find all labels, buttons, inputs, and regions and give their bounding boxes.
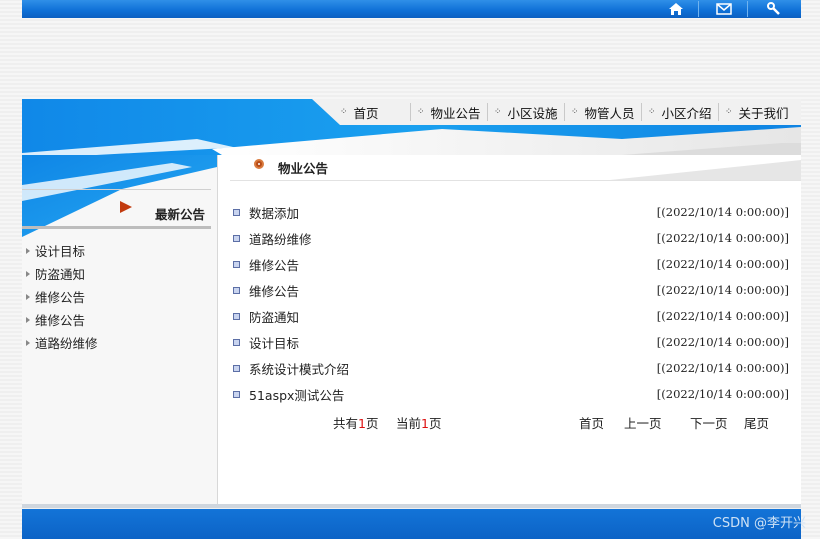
pagination: 共有1页 当前1页 首页 上一页 下一页 尾页 bbox=[218, 410, 801, 432]
divider bbox=[747, 1, 748, 17]
news-date: [(2022/10/14 0:00:00)] bbox=[656, 309, 789, 323]
main-nav: ⁘ 首页 ⁘ 物业公告 ⁘ 小区设施 ⁘ 物管人员 ⁘ 小区介绍 ⁘ 关于我们 bbox=[312, 99, 801, 125]
grid-dots-icon: ⁘ bbox=[340, 107, 347, 117]
news-date: [(2022/10/14 0:00:00)] bbox=[656, 205, 789, 219]
grid-dots-icon: ⁘ bbox=[417, 107, 424, 117]
sidebar-title: 最新公告 bbox=[155, 207, 206, 222]
list-item[interactable]: 数据添加 [(2022/10/14 0:00:00)] bbox=[233, 201, 789, 223]
page-total-count: 1 bbox=[358, 416, 366, 431]
nav-label: 关于我们 bbox=[738, 105, 789, 121]
triangle-right-icon bbox=[26, 316, 30, 323]
divider bbox=[22, 226, 211, 229]
nav-item-staff[interactable]: ⁘ 物管人员 bbox=[565, 99, 641, 125]
watermark: CSDN @李开兴 bbox=[712, 516, 806, 531]
list-item[interactable]: 防盗通知 [(2022/10/14 0:00:00)] bbox=[233, 305, 789, 327]
grid-dots-icon: ⁘ bbox=[571, 107, 578, 117]
news-title[interactable]: 系统设计模式介绍 bbox=[249, 359, 657, 378]
square-bullet-icon bbox=[233, 234, 240, 242]
sidebar-item-label: 维修公告 bbox=[35, 290, 86, 305]
news-title[interactable]: 道路纷维修 bbox=[249, 229, 657, 248]
sidebar-item[interactable]: 维修公告 bbox=[26, 310, 85, 329]
news-date: [(2022/10/14 0:00:00)] bbox=[656, 231, 789, 245]
list-item[interactable]: 系统设计模式介绍 [(2022/10/14 0:00:00)] bbox=[233, 357, 789, 379]
mail-icon[interactable] bbox=[710, 0, 738, 18]
nav-item-community[interactable]: ⁘ 小区介绍 bbox=[642, 99, 718, 125]
next-page-link[interactable]: 下一页 bbox=[690, 413, 728, 432]
news-date: [(2022/10/14 0:00:00)] bbox=[656, 387, 789, 401]
list-item[interactable]: 维修公告 [(2022/10/14 0:00:00)] bbox=[233, 253, 789, 275]
sidebar-item-label: 防盗通知 bbox=[35, 267, 86, 282]
nav-item-facilities[interactable]: ⁘ 小区设施 bbox=[488, 99, 564, 125]
nav-item-home[interactable]: ⁘ 首页 bbox=[312, 99, 410, 125]
wrench-icon[interactable] bbox=[760, 0, 788, 18]
page-current-number: 1 bbox=[421, 416, 429, 431]
square-bullet-icon bbox=[233, 312, 240, 320]
sidebar-item[interactable]: 设计目标 bbox=[26, 241, 85, 260]
nav-label: 首页 bbox=[353, 105, 379, 121]
page-total: 共有1页 bbox=[333, 413, 378, 432]
sidebar-item-label: 维修公告 bbox=[35, 313, 86, 328]
arrow-right-icon bbox=[120, 201, 132, 213]
page-current-prefix: 当前 bbox=[396, 416, 422, 431]
nav-label: 小区设施 bbox=[507, 105, 558, 121]
news-date: [(2022/10/14 0:00:00)] bbox=[656, 335, 789, 349]
last-page-link[interactable]: 尾页 bbox=[744, 413, 769, 432]
sidebar-item[interactable]: 道路纷维修 bbox=[26, 333, 98, 352]
triangle-right-icon bbox=[26, 293, 30, 300]
list-item[interactable]: 设计目标 [(2022/10/14 0:00:00)] bbox=[233, 331, 789, 353]
news-title[interactable]: 设计目标 bbox=[249, 333, 657, 352]
footer-bar bbox=[22, 509, 801, 539]
section-header: 物业公告 bbox=[230, 150, 801, 181]
list-item[interactable]: 51aspx测试公告 [(2022/10/14 0:00:00)] bbox=[233, 383, 789, 405]
page-total-prefix: 共有 bbox=[333, 416, 359, 431]
sidebar-item[interactable]: 维修公告 bbox=[26, 287, 85, 306]
news-title[interactable]: 维修公告 bbox=[249, 281, 657, 300]
news-title[interactable]: 数据添加 bbox=[249, 203, 657, 222]
first-page-link[interactable]: 首页 bbox=[579, 413, 604, 432]
page-current-suffix: 页 bbox=[428, 416, 442, 431]
divider bbox=[22, 189, 211, 190]
nav-label: 物业公告 bbox=[430, 105, 481, 121]
triangle-right-icon bbox=[26, 270, 30, 277]
nav-label: 小区介绍 bbox=[661, 105, 712, 121]
square-bullet-icon bbox=[233, 338, 240, 346]
news-date: [(2022/10/14 0:00:00)] bbox=[656, 361, 789, 375]
news-title[interactable]: 51aspx测试公告 bbox=[249, 385, 657, 404]
sidebar-item-label: 设计目标 bbox=[35, 244, 86, 259]
sidebar-item-label: 道路纷维修 bbox=[35, 336, 98, 351]
square-bullet-icon bbox=[233, 260, 240, 268]
list-item[interactable]: 道路纷维修 [(2022/10/14 0:00:00)] bbox=[233, 227, 789, 249]
triangle-right-icon bbox=[26, 247, 30, 254]
page-current: 当前1页 bbox=[396, 413, 441, 432]
square-bullet-icon bbox=[233, 364, 240, 372]
page-total-suffix: 页 bbox=[365, 416, 379, 431]
top-bar bbox=[22, 0, 801, 18]
square-bullet-icon bbox=[233, 208, 240, 216]
square-bullet-icon bbox=[233, 390, 240, 398]
square-bullet-icon bbox=[233, 286, 240, 294]
circle-bullet-icon bbox=[254, 159, 264, 169]
nav-item-announcements[interactable]: ⁘ 物业公告 bbox=[411, 99, 487, 125]
prev-page-link[interactable]: 上一页 bbox=[624, 413, 662, 432]
sidebar-item[interactable]: 防盗通知 bbox=[26, 264, 85, 283]
home-icon[interactable] bbox=[662, 0, 690, 18]
section-title: 物业公告 bbox=[278, 161, 329, 176]
news-title[interactable]: 防盗通知 bbox=[249, 307, 657, 326]
divider bbox=[22, 504, 801, 508]
news-date: [(2022/10/14 0:00:00)] bbox=[656, 257, 789, 271]
list-item[interactable]: 维修公告 [(2022/10/14 0:00:00)] bbox=[233, 279, 789, 301]
divider bbox=[698, 1, 699, 17]
grid-dots-icon: ⁘ bbox=[648, 107, 655, 117]
grid-dots-icon: ⁘ bbox=[725, 107, 732, 117]
grid-dots-icon: ⁘ bbox=[494, 107, 501, 117]
news-date: [(2022/10/14 0:00:00)] bbox=[656, 283, 789, 297]
triangle-right-icon bbox=[26, 339, 30, 346]
nav-label: 物管人员 bbox=[584, 105, 635, 121]
news-title[interactable]: 维修公告 bbox=[249, 255, 657, 274]
nav-item-about[interactable]: ⁘ 关于我们 bbox=[719, 99, 795, 125]
